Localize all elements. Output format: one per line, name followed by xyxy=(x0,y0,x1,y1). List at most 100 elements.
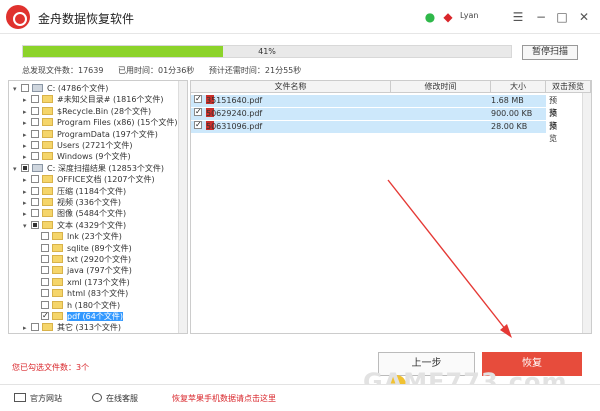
expand-arrow-icon[interactable]: ▸ xyxy=(23,197,31,209)
expand-arrow-icon[interactable]: ▸ xyxy=(23,151,31,163)
tree-checkbox[interactable] xyxy=(31,95,39,104)
tree-item[interactable]: lnk (23个文件) xyxy=(33,231,122,243)
file-row[interactable]: 50631096.pdf 28.00 KB 预览 xyxy=(191,119,557,143)
tree-item-label: #未知父目录# (1816个文件) xyxy=(57,95,164,105)
tree-checkbox[interactable] xyxy=(31,220,39,229)
tree-item[interactable]: ▸ Program Files (x86) (15个文件) xyxy=(23,117,178,129)
tree-item[interactable]: txt (2920个文件) xyxy=(33,254,131,266)
collapse-arrow-icon[interactable]: ▾ xyxy=(13,83,21,95)
file-list-scrollbar[interactable] xyxy=(582,93,591,333)
folder-icon xyxy=(52,312,63,320)
tree-item[interactable]: sqlite (89个文件) xyxy=(33,243,132,255)
expand-arrow-icon[interactable]: ▸ xyxy=(23,186,31,198)
tree-checkbox[interactable] xyxy=(41,243,49,252)
folder-tree[interactable]: ▾ C: (4786个文件) ▸ #未知父目录# (1816个文件) ▸ $Recycle… xyxy=(8,80,188,334)
collapse-arrow-icon[interactable]: ▾ xyxy=(23,220,31,232)
app-title: 金舟数据恢复软件 xyxy=(38,12,135,26)
menu-icon[interactable]: ☰ xyxy=(510,10,526,24)
tree-checkbox[interactable] xyxy=(31,129,39,138)
tree-item[interactable]: ▸ $Recycle.Bin (28个文件) xyxy=(23,106,151,118)
expand-arrow-icon[interactable]: ▸ xyxy=(23,106,31,118)
tree-item[interactable]: ▾ C: 深度扫描结果 (12853个文件) xyxy=(13,163,164,175)
tree-checkbox[interactable] xyxy=(31,198,39,206)
wechat-icon[interactable]: ● xyxy=(422,10,438,24)
minimize-icon[interactable]: − xyxy=(533,10,549,24)
tree-checkbox[interactable] xyxy=(41,300,49,309)
tree-item[interactable]: html (83个文件) xyxy=(33,288,128,300)
footer-bar: 官方网站 在线客服 恢复苹果手机数据请点击这里 xyxy=(0,384,600,411)
expand-arrow-icon[interactable]: ▸ xyxy=(23,174,31,186)
vip-diamond-icon[interactable]: ◆ xyxy=(440,10,456,24)
expand-arrow-icon[interactable]: ▸ xyxy=(23,208,31,220)
collapse-arrow-icon[interactable]: ▾ xyxy=(13,163,21,175)
tree-checkbox[interactable] xyxy=(31,186,39,195)
tree-item-label: 文本 (4329个文件) xyxy=(57,220,127,230)
tree-item[interactable]: ▸ Users (2721个文件) xyxy=(23,140,133,152)
file-list-header: 文件名称 修改时间 大小 双击预览 xyxy=(191,81,591,93)
file-list[interactable]: 文件名称 修改时间 大小 双击预览 35151640.pdf1.68 MB预览5… xyxy=(190,80,592,334)
folder-icon xyxy=(52,255,63,263)
col-preview-header[interactable]: 双击预览 xyxy=(546,81,591,93)
online-service-label: 在线客服 xyxy=(106,394,138,403)
tree-scrollbar[interactable] xyxy=(178,81,187,333)
user-name[interactable]: Lyan xyxy=(460,11,478,20)
tree-checkbox[interactable] xyxy=(31,141,39,149)
tree-checkbox[interactable] xyxy=(41,255,49,263)
tree-item[interactable]: java (797个文件) xyxy=(33,265,132,277)
file-preview-link[interactable]: 预览 xyxy=(549,121,557,145)
tree-item[interactable]: ▸ 图像 (5484个文件) xyxy=(23,208,126,220)
online-service-link[interactable]: 在线客服 xyxy=(92,393,138,404)
tree-item[interactable]: ▸ #未知父目录# (1816个文件) xyxy=(23,94,164,106)
iphone-recovery-link[interactable]: 恢复苹果手机数据请点击这里 xyxy=(172,393,276,404)
tree-checkbox[interactable] xyxy=(41,266,49,275)
tree-item[interactable]: pdf (64个文件) xyxy=(33,310,123,323)
tree-checkbox[interactable] xyxy=(21,84,29,92)
tree-item[interactable]: ▸ 视频 (336个文件) xyxy=(23,197,121,209)
tree-checkbox[interactable] xyxy=(31,175,39,184)
tree-item[interactable]: ▸ Windows (9个文件) xyxy=(23,151,131,163)
tree-item[interactable]: ▸ ProgramData (197个文件) xyxy=(23,129,158,141)
col-modified-header[interactable]: 修改时间 xyxy=(391,81,491,93)
expand-arrow-icon[interactable]: ▸ xyxy=(23,322,31,333)
tree-checkbox[interactable] xyxy=(31,106,39,115)
tree-checkbox[interactable] xyxy=(31,323,39,332)
tree-checkbox[interactable] xyxy=(41,310,49,322)
tree-item-label: txt (2920个文件) xyxy=(67,255,132,264)
tree-item[interactable]: ▸ 其它 (313个文件) xyxy=(23,322,121,333)
tree-item[interactable]: ▸ OFFICE文档 (1207个文件) xyxy=(23,174,155,186)
tree-checkbox[interactable] xyxy=(31,118,39,127)
tree-checkbox[interactable] xyxy=(41,277,49,286)
tree-checkbox[interactable] xyxy=(21,163,29,172)
folder-icon xyxy=(42,95,53,104)
tree-checkbox[interactable] xyxy=(41,289,49,298)
col-size-header[interactable]: 大小 xyxy=(491,81,546,93)
tree-item[interactable]: ▸ 压缩 (1184个文件) xyxy=(23,186,126,198)
expand-arrow-icon[interactable]: ▸ xyxy=(23,140,31,152)
file-name: 50631096.pdf xyxy=(206,122,263,131)
tree-item[interactable]: xml (173个文件) xyxy=(33,277,130,289)
elapsed-time: 已用时间：01分36秒 xyxy=(118,66,195,75)
tree-item[interactable]: ▾ C: (4786个文件) xyxy=(13,83,108,95)
expand-arrow-icon[interactable]: ▸ xyxy=(23,129,31,141)
file-row[interactable]: 35151640.pdf1.68 MB预览 xyxy=(191,93,557,117)
file-name: 50629240.pdf xyxy=(206,109,263,118)
tree-checkbox[interactable] xyxy=(31,152,39,161)
headset-icon xyxy=(92,393,102,402)
expand-arrow-icon[interactable]: ▸ xyxy=(23,117,31,129)
tree-item[interactable]: ▾ 文本 (4329个文件) xyxy=(23,220,126,232)
expand-arrow-icon[interactable]: ▸ xyxy=(23,94,31,106)
file-row[interactable]: 50629240.pdf900.00 KB预览 xyxy=(191,106,557,130)
official-website-link[interactable]: 官方网站 xyxy=(14,393,62,404)
col-name-header[interactable]: 文件名称 xyxy=(191,81,391,93)
tree-checkbox[interactable] xyxy=(41,232,49,241)
folder-icon xyxy=(42,198,53,206)
pause-scan-button[interactable]: 暂停扫描 xyxy=(522,45,578,60)
tree-checkbox[interactable] xyxy=(31,209,39,218)
file-size: 1.68 MB xyxy=(491,96,524,105)
close-icon[interactable]: ✕ xyxy=(576,10,592,24)
tree-item-label: Windows (9个文件) xyxy=(57,152,131,162)
tree-item-label: pdf (64个文件) xyxy=(67,312,123,321)
maximize-icon[interactable]: □ xyxy=(554,10,570,24)
tree-item-label: 图像 (5484个文件) xyxy=(57,209,127,219)
folder-icon xyxy=(42,209,53,218)
